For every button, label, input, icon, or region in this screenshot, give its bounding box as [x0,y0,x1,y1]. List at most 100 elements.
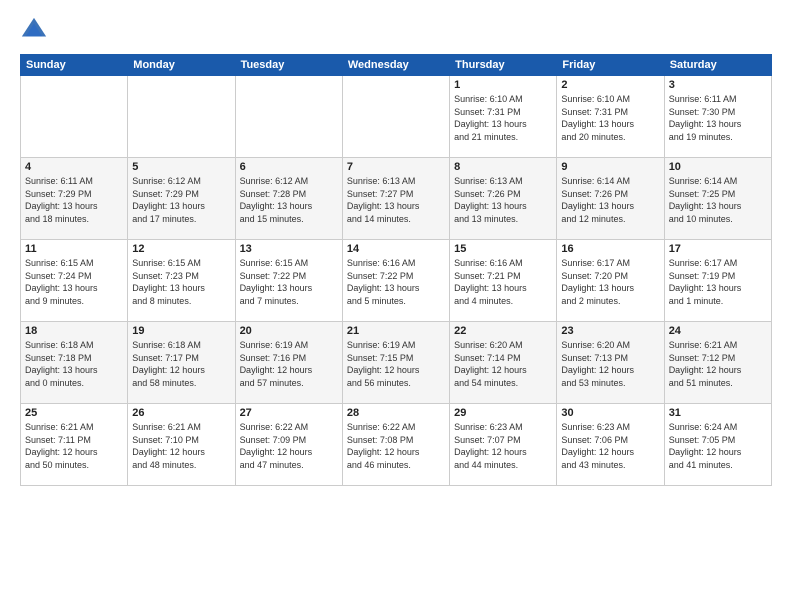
calendar-cell: 7Sunrise: 6:13 AM Sunset: 7:27 PM Daylig… [342,158,449,240]
calendar-cell: 27Sunrise: 6:22 AM Sunset: 7:09 PM Dayli… [235,404,342,486]
calendar-cell: 26Sunrise: 6:21 AM Sunset: 7:10 PM Dayli… [128,404,235,486]
calendar-cell: 23Sunrise: 6:20 AM Sunset: 7:13 PM Dayli… [557,322,664,404]
day-number: 29 [454,407,552,419]
weekday-header-tuesday: Tuesday [235,55,342,76]
calendar-cell: 21 Sunrise: 6:19 AM Sunset: 7:15 PM Dayli… [342,322,449,404]
day-info: Sunrise: 6:24 AM Sunset: 7:05 PM Dayligh… [669,421,767,471]
day-info: Sunrise: 6:21 AM Sunset: 7:11 PM Dayligh… [25,421,123,471]
week-row-1: 1 Sunrise: 6:10 AM Sunset: 7:31 PM Daylig… [21,76,772,158]
day-number: 8 [454,161,552,173]
day-number: 9 [561,161,659,173]
day-number: 13 [240,243,338,255]
day-number: 23 [561,325,659,337]
page: SundayMondayTuesdayWednesdayThursdayFrid… [0,0,792,612]
day-info: Sunrise: 6:11 AM Sunset: 7:30 PM Dayligh… [669,93,767,143]
day-info: Sunrise: 6:16 AM Sunset: 7:21 PM Dayligh… [454,257,552,307]
day-number: 26 [132,407,230,419]
day-number: 14 [347,243,445,255]
day-info: Sunrise: 6:18 AM Sunset: 7:17 PM Dayligh… [132,339,230,389]
calendar-cell: 30Sunrise: 6:23 AM Sunset: 7:06 PM Dayli… [557,404,664,486]
day-number: 21 [347,325,445,337]
calendar-cell [235,76,342,158]
day-info: Sunrise: 6:21 AM Sunset: 7:12 PM Dayligh… [669,339,767,389]
day-number: 18 [25,325,123,337]
calendar-cell: 11 Sunrise: 6:15 AM Sunset: 7:24 PM Dayli… [21,240,128,322]
logo-icon [20,16,48,44]
calendar-cell: 8 Sunrise: 6:13 AM Sunset: 7:26 PM Daylig… [450,158,557,240]
calendar-cell: 1 Sunrise: 6:10 AM Sunset: 7:31 PM Daylig… [450,76,557,158]
calendar-cell: 15 Sunrise: 6:16 AM Sunset: 7:21 PM Dayli… [450,240,557,322]
week-row-4: 18Sunrise: 6:18 AM Sunset: 7:18 PM Dayli… [21,322,772,404]
day-info: Sunrise: 6:13 AM Sunset: 7:26 PM Dayligh… [454,175,552,225]
day-info: Sunrise: 6:10 AM Sunset: 7:31 PM Dayligh… [561,93,659,143]
day-number: 6 [240,161,338,173]
weekday-header-saturday: Saturday [664,55,771,76]
day-info: Sunrise: 6:10 AM Sunset: 7:31 PM Dayligh… [454,93,552,143]
calendar-cell: 19 Sunrise: 6:18 AM Sunset: 7:17 PM Dayli… [128,322,235,404]
day-info: Sunrise: 6:14 AM Sunset: 7:25 PM Dayligh… [669,175,767,225]
day-number: 22 [454,325,552,337]
calendar-cell [21,76,128,158]
calendar-cell: 18Sunrise: 6:18 AM Sunset: 7:18 PM Dayli… [21,322,128,404]
day-info: Sunrise: 6:12 AM Sunset: 7:28 PM Dayligh… [240,175,338,225]
calendar-cell: 3 Sunrise: 6:11 AM Sunset: 7:30 PM Daylig… [664,76,771,158]
calendar-cell: 13Sunrise: 6:15 AM Sunset: 7:22 PM Dayli… [235,240,342,322]
calendar-cell: 25 Sunrise: 6:21 AM Sunset: 7:11 PM Dayli… [21,404,128,486]
weekday-header-wednesday: Wednesday [342,55,449,76]
day-info: Sunrise: 6:23 AM Sunset: 7:07 PM Dayligh… [454,421,552,471]
weekday-header-thursday: Thursday [450,55,557,76]
calendar-cell: 22 Sunrise: 6:20 AM Sunset: 7:14 PM Dayli… [450,322,557,404]
day-number: 4 [25,161,123,173]
weekday-header-sunday: Sunday [21,55,128,76]
calendar-cell: 5 Sunrise: 6:12 AM Sunset: 7:29 PM Daylig… [128,158,235,240]
day-info: Sunrise: 6:13 AM Sunset: 7:27 PM Dayligh… [347,175,445,225]
day-number: 30 [561,407,659,419]
day-info: Sunrise: 6:15 AM Sunset: 7:24 PM Dayligh… [25,257,123,307]
day-number: 12 [132,243,230,255]
day-info: Sunrise: 6:15 AM Sunset: 7:23 PM Dayligh… [132,257,230,307]
calendar-cell: 29 Sunrise: 6:23 AM Sunset: 7:07 PM Dayli… [450,404,557,486]
weekday-header-monday: Monday [128,55,235,76]
day-number: 31 [669,407,767,419]
day-info: Sunrise: 6:19 AM Sunset: 7:15 PM Dayligh… [347,339,445,389]
week-row-3: 11 Sunrise: 6:15 AM Sunset: 7:24 PM Dayli… [21,240,772,322]
day-number: 17 [669,243,767,255]
day-info: Sunrise: 6:12 AM Sunset: 7:29 PM Dayligh… [132,175,230,225]
day-number: 2 [561,79,659,91]
day-number: 3 [669,79,767,91]
header [20,16,772,44]
week-row-2: 4 Sunrise: 6:11 AM Sunset: 7:29 PM Daylig… [21,158,772,240]
day-info: Sunrise: 6:14 AM Sunset: 7:26 PM Dayligh… [561,175,659,225]
calendar-cell: 10 Sunrise: 6:14 AM Sunset: 7:25 PM Dayli… [664,158,771,240]
calendar-cell: 6 Sunrise: 6:12 AM Sunset: 7:28 PM Daylig… [235,158,342,240]
day-info: Sunrise: 6:19 AM Sunset: 7:16 PM Dayligh… [240,339,338,389]
day-number: 15 [454,243,552,255]
day-number: 25 [25,407,123,419]
calendar-table: SundayMondayTuesdayWednesdayThursdayFrid… [20,54,772,486]
day-number: 19 [132,325,230,337]
day-number: 11 [25,243,123,255]
day-number: 10 [669,161,767,173]
calendar-cell [342,76,449,158]
calendar-cell [128,76,235,158]
day-number: 28 [347,407,445,419]
day-info: Sunrise: 6:22 AM Sunset: 7:09 PM Dayligh… [240,421,338,471]
week-row-5: 25 Sunrise: 6:21 AM Sunset: 7:11 PM Dayli… [21,404,772,486]
weekday-header-friday: Friday [557,55,664,76]
day-number: 5 [132,161,230,173]
calendar-cell: 31 Sunrise: 6:24 AM Sunset: 7:05 PM Dayli… [664,404,771,486]
day-number: 20 [240,325,338,337]
day-number: 16 [561,243,659,255]
day-info: Sunrise: 6:17 AM Sunset: 7:20 PM Dayligh… [561,257,659,307]
day-info: Sunrise: 6:22 AM Sunset: 7:08 PM Dayligh… [347,421,445,471]
day-number: 1 [454,79,552,91]
calendar-cell: 16 Sunrise: 6:17 AM Sunset: 7:20 PM Dayli… [557,240,664,322]
calendar-cell: 12 Sunrise: 6:15 AM Sunset: 7:23 PM Dayli… [128,240,235,322]
day-number: 24 [669,325,767,337]
weekday-header-row: SundayMondayTuesdayWednesdayThursdayFrid… [21,55,772,76]
calendar-cell: 4 Sunrise: 6:11 AM Sunset: 7:29 PM Daylig… [21,158,128,240]
day-info: Sunrise: 6:20 AM Sunset: 7:14 PM Dayligh… [454,339,552,389]
day-info: Sunrise: 6:16 AM Sunset: 7:22 PM Dayligh… [347,257,445,307]
logo [20,16,52,44]
day-info: Sunrise: 6:11 AM Sunset: 7:29 PM Dayligh… [25,175,123,225]
